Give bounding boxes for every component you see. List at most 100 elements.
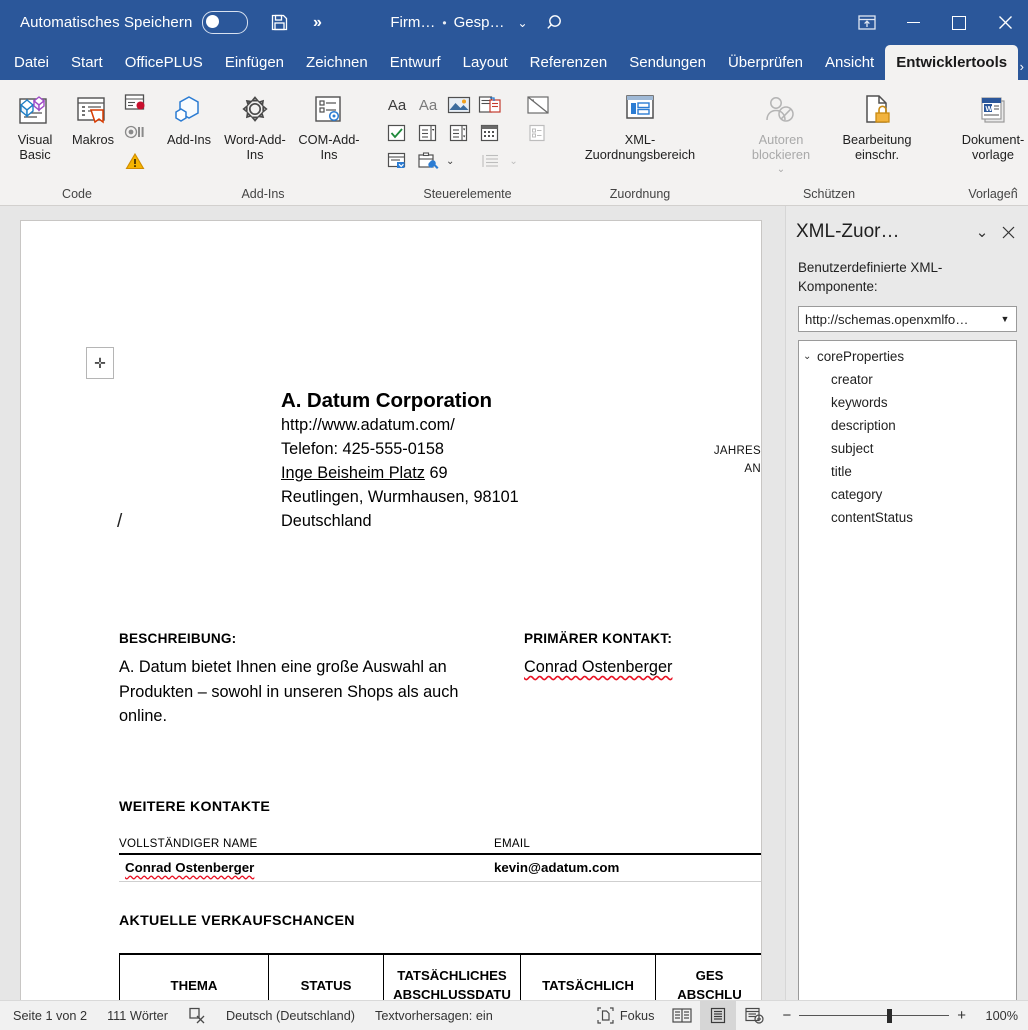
- search-box[interactable]: [545, 0, 567, 45]
- zoom-control[interactable]: − + 100%: [772, 1007, 1028, 1024]
- tab-datei[interactable]: Datei: [0, 45, 60, 80]
- word-addins-gear-icon: [235, 90, 275, 132]
- tab-sendungen[interactable]: Sendungen: [618, 45, 717, 80]
- chevron-down-icon[interactable]: ⌄: [803, 351, 817, 362]
- macro-security-warning-icon[interactable]: [122, 148, 148, 174]
- tab-start[interactable]: Start: [60, 45, 114, 80]
- dropdown-list-control-icon[interactable]: [446, 120, 472, 146]
- dropdown-arrow-icon[interactable]: ▼: [994, 314, 1016, 324]
- date-picker-control-icon[interactable]: [477, 120, 503, 146]
- move-anchor-icon[interactable]: ✛: [86, 347, 114, 379]
- print-layout-button[interactable]: [700, 1001, 737, 1030]
- plain-text-aa-icon[interactable]: Aa: [415, 92, 441, 118]
- maximize-button[interactable]: [936, 0, 982, 45]
- tab-ansicht[interactable]: Ansicht: [814, 45, 885, 80]
- record-macro-icon[interactable]: [122, 90, 148, 116]
- legacy-tools-icon[interactable]: [415, 148, 441, 174]
- focus-mode-button[interactable]: Fokus: [587, 1001, 665, 1030]
- tab-entwurf[interactable]: Entwurf: [379, 45, 452, 80]
- maximize-icon: [952, 15, 966, 30]
- document-template-button[interactable]: W Dokument- vorlage: [945, 88, 1028, 164]
- tab--berpr-fen[interactable]: Überprüfen: [717, 45, 814, 80]
- xml-component-combobox[interactable]: http://schemas.openxmlfo… ▼: [798, 306, 1017, 332]
- properties-icon: [525, 120, 551, 146]
- table-row: Conrad Ostenberger kevin@adatum.com: [119, 855, 761, 881]
- tab-referenzen[interactable]: Referenzen: [519, 45, 619, 80]
- group-label-controls: Steuerelemente: [423, 187, 512, 201]
- building-block-gallery-icon[interactable]: [477, 92, 503, 118]
- ribbon-group-protect: Autoren blockieren ⌄ Bearbeitung einschr…: [723, 80, 931, 205]
- cell-contact-name: Conrad Ostenberger: [125, 859, 255, 875]
- web-layout-button[interactable]: [736, 1001, 772, 1030]
- combo-box-control-icon[interactable]: [415, 120, 441, 146]
- document-title[interactable]: Firm… • Gesp… ⌄: [390, 14, 527, 31]
- opportunities-title: AKTUELLE VERKAUFSCHANCEN: [119, 913, 355, 929]
- minimize-button[interactable]: [890, 0, 936, 45]
- chevron-down-icon[interactable]: ⌄: [777, 162, 785, 177]
- read-mode-button[interactable]: [664, 1001, 700, 1030]
- table-header-row: VOLLSTÄNDIGER NAME EMAIL: [119, 837, 761, 853]
- macros-button[interactable]: Makros: [64, 88, 122, 149]
- autosave-toggle[interactable]: Automatisches Speichern: [20, 11, 249, 34]
- tree-item-subject[interactable]: subject: [799, 437, 1016, 460]
- primary-contact-name: Conrad Ostenberger: [524, 658, 673, 676]
- ribbon-group-addins: Add-Ins Word-Add-Ins COM-Add-Ins Add-Ins: [154, 80, 372, 205]
- design-mode-icon[interactable]: [384, 148, 410, 174]
- tab-einf-gen[interactable]: Einfügen: [214, 45, 295, 80]
- zoom-slider[interactable]: [799, 1008, 950, 1023]
- xml-mapping-pane-button[interactable]: XML-Zuordnungsbereich: [579, 88, 701, 164]
- close-button[interactable]: [982, 0, 1028, 45]
- addins-button[interactable]: Add-Ins: [160, 88, 218, 149]
- text-predictions-indicator[interactable]: Textvorhersagen: ein: [365, 1001, 503, 1030]
- pause-recording-icon[interactable]: [122, 119, 148, 145]
- tab-officeplus[interactable]: OfficePLUS: [114, 45, 214, 80]
- ribbon-group-code: Visual Basic Makros Code: [0, 80, 154, 205]
- company-country: Deutschland: [281, 512, 372, 530]
- com-addins-button[interactable]: COM-Add-Ins: [292, 88, 366, 164]
- tree-item-description[interactable]: description: [799, 414, 1016, 437]
- company-website: http://www.adatum.com/: [281, 416, 455, 434]
- document-content: ✛ / A. Datum Corporation http://www.adat…: [21, 221, 761, 1001]
- checkbox-control-icon[interactable]: [384, 120, 410, 146]
- ribbon-display-options-icon[interactable]: [844, 0, 890, 45]
- proofing-errors-icon[interactable]: [178, 1001, 216, 1030]
- save-icon[interactable]: [262, 6, 296, 40]
- chevron-down-icon[interactable]: ⌄: [969, 219, 995, 245]
- autosave-switch[interactable]: [202, 11, 249, 34]
- rich-text-aa-icon[interactable]: Aa: [384, 92, 410, 118]
- word-count[interactable]: 111 Wörter: [97, 1001, 178, 1030]
- addins-icon: [169, 90, 209, 132]
- zoom-minus-icon[interactable]: −: [782, 1007, 791, 1024]
- page-indicator[interactable]: Seite 1 von 2: [0, 1001, 97, 1030]
- autosave-label: Automatisches Speichern: [20, 14, 193, 31]
- tree-item-category[interactable]: category: [799, 483, 1016, 506]
- tree-item-contentstatus[interactable]: contentStatus: [799, 506, 1016, 529]
- xml-pane-header: XML-Zuor… ⌄: [786, 206, 1028, 258]
- xml-element-tree[interactable]: ⌄ coreProperties creator keywords descript…: [798, 340, 1017, 1016]
- more-chevrons-icon[interactable]: »: [300, 6, 334, 40]
- block-authors-button[interactable]: Autoren blockieren ⌄: [733, 88, 829, 179]
- language-indicator[interactable]: Deutsch (Deutschland): [216, 1001, 365, 1030]
- tab-zeichnen[interactable]: Zeichnen: [295, 45, 379, 80]
- minimize-icon: [906, 21, 920, 24]
- tab-layout[interactable]: Layout: [452, 45, 519, 80]
- tree-item-keywords[interactable]: keywords: [799, 391, 1016, 414]
- restrict-editing-button[interactable]: Bearbeitung einschr.: [829, 88, 925, 164]
- tree-item-creator[interactable]: creator: [799, 368, 1016, 391]
- close-icon[interactable]: [995, 219, 1021, 245]
- word-addins-button[interactable]: Word-Add-Ins: [218, 88, 292, 164]
- chevron-down-icon[interactable]: ⌄: [517, 16, 527, 30]
- zoom-plus-icon[interactable]: +: [957, 1007, 966, 1024]
- document-template-word-icon: W: [973, 90, 1013, 132]
- xml-component-label: Benutzerdefinierte XML-Komponente:: [798, 260, 943, 294]
- document-page[interactable]: ✛ / A. Datum Corporation http://www.adat…: [20, 220, 762, 1001]
- zoom-slider-thumb[interactable]: [887, 1008, 893, 1023]
- tab-entwicklertools[interactable]: Entwicklertools: [885, 45, 1019, 80]
- repeating-section-icon[interactable]: [525, 92, 551, 118]
- collapse-ribbon-chevron-icon[interactable]: ⌃: [1009, 185, 1020, 201]
- tree-root-coreproperties[interactable]: ⌄ coreProperties: [799, 345, 1016, 368]
- tree-item-title[interactable]: title: [799, 460, 1016, 483]
- picture-control-icon[interactable]: [446, 92, 472, 118]
- visual-basic-button[interactable]: Visual Basic: [6, 88, 64, 164]
- tab-overflow-icon[interactable]: ›: [1020, 59, 1024, 74]
